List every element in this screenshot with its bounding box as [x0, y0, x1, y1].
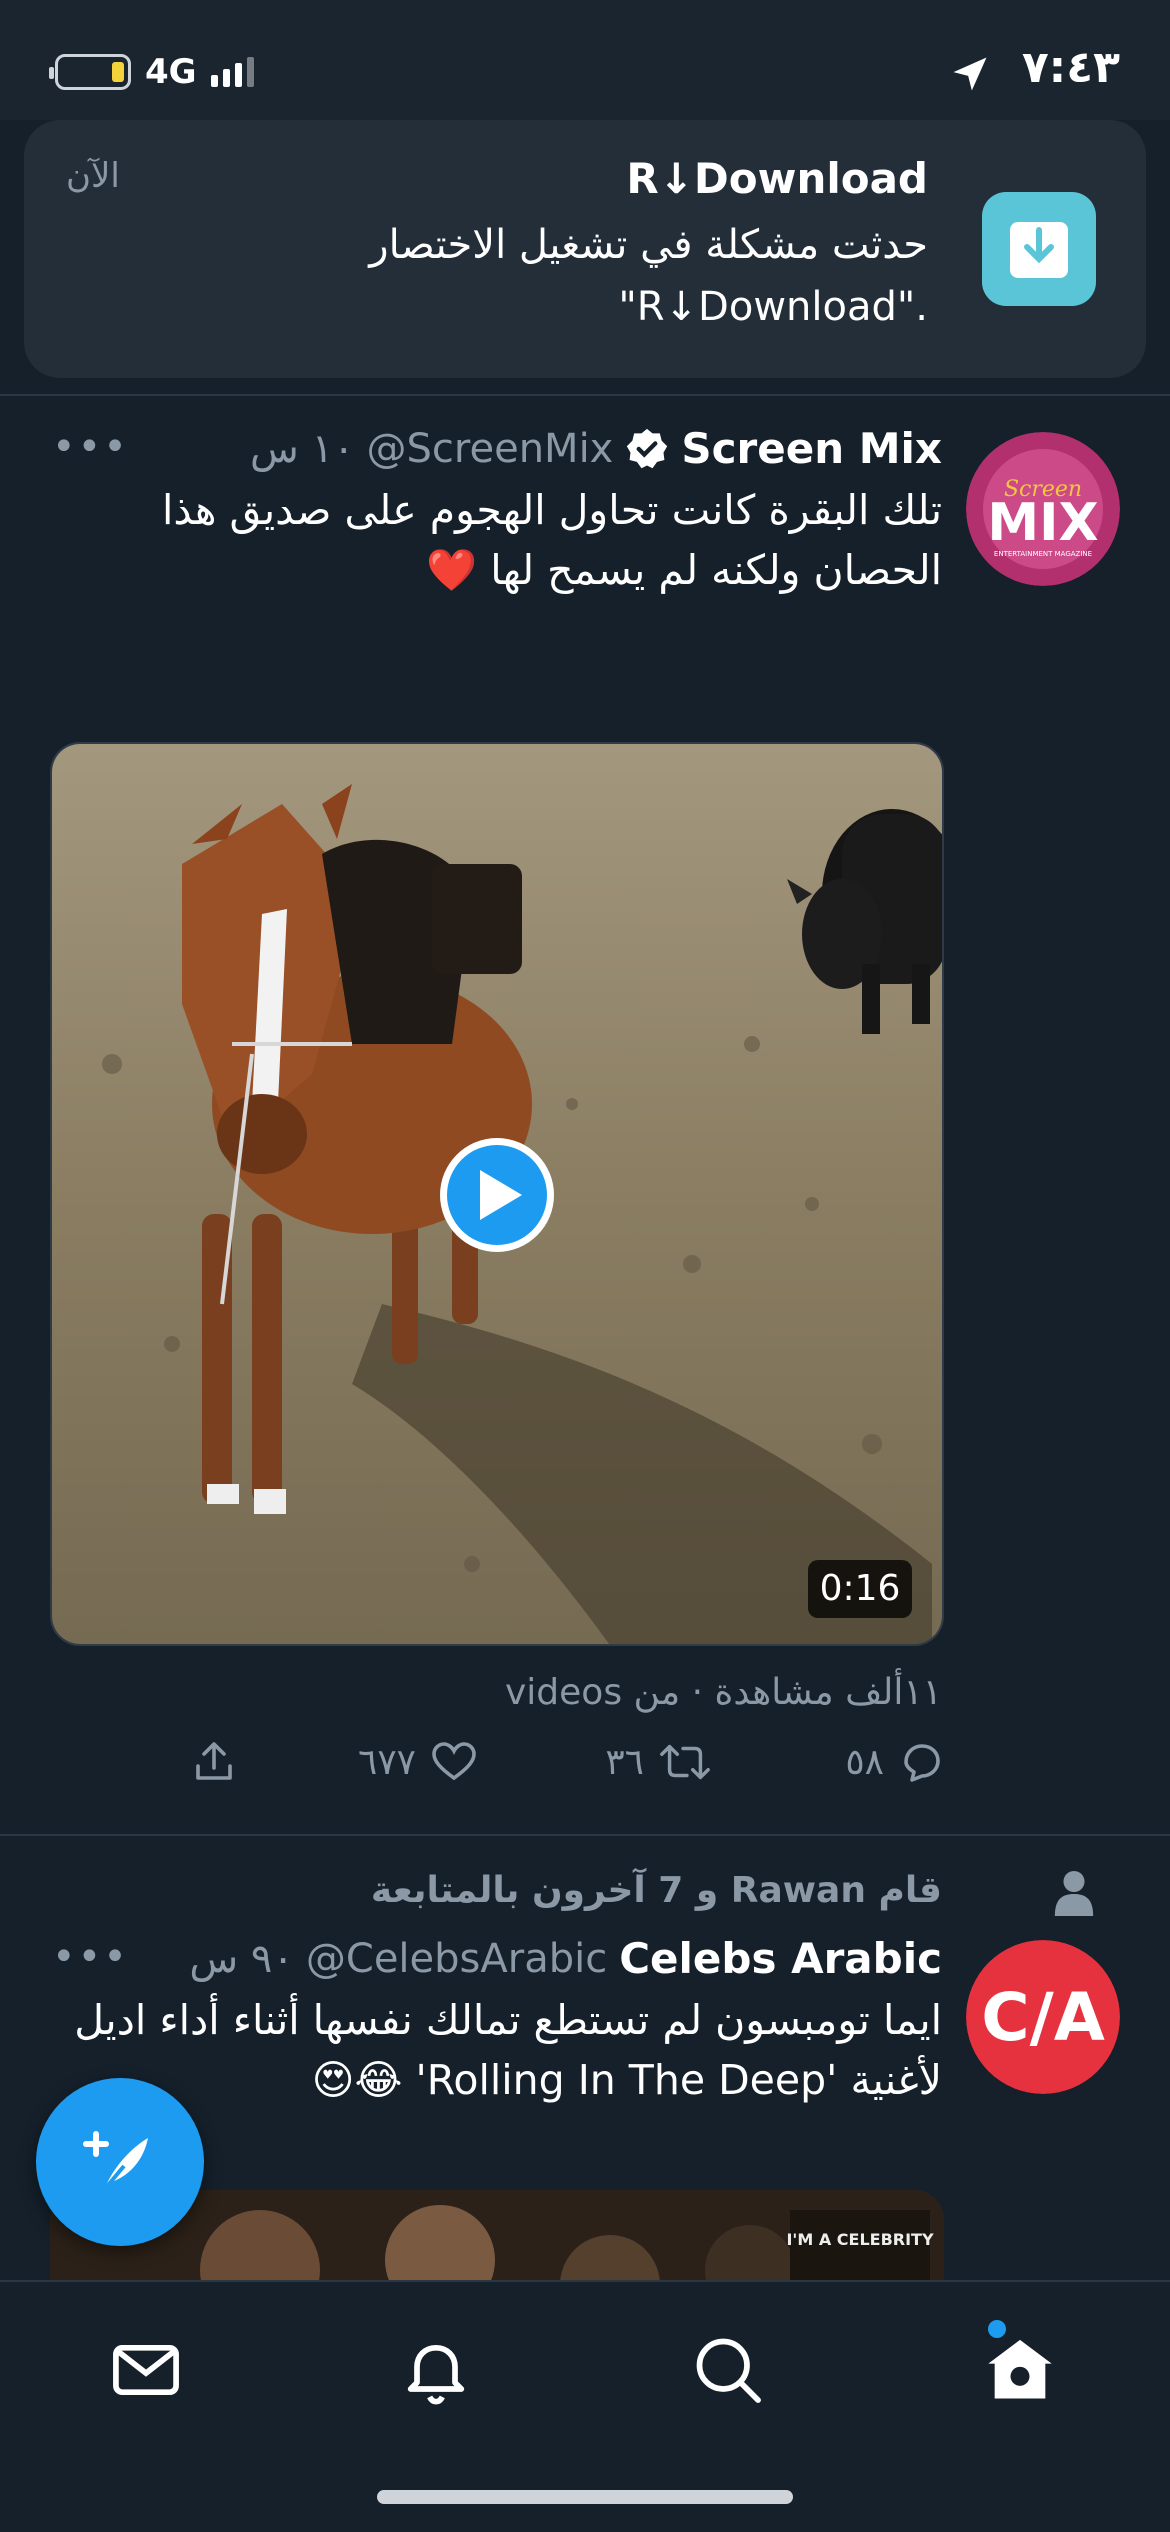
share-action[interactable]: [190, 1738, 238, 1786]
tweet-time: ٩٠ س: [189, 1935, 294, 1982]
retweet-action[interactable]: ٣٦: [605, 1738, 712, 1786]
svg-text:C/A: C/A: [981, 1979, 1105, 2056]
feather-plus-icon: [83, 2131, 148, 2192]
verified-icon: [627, 428, 668, 468]
tweet-time: ١٠ س: [250, 425, 355, 472]
social-context: قام Rawan و 7 آخرون بالمتابعة: [370, 1870, 942, 1911]
download-app-icon: [982, 192, 1096, 306]
avatar[interactable]: C/A: [966, 1940, 1120, 2094]
divider: [0, 394, 1170, 396]
tweet-header: Celebs Arabic @CelebsArabic ٩٠ س: [189, 1934, 942, 1983]
battery-icon: [49, 54, 131, 90]
retweet-count: ٣٦: [605, 1741, 644, 1783]
divider: [0, 1834, 1170, 1836]
notification-time: الآن: [66, 156, 120, 196]
notification-dot: [988, 2320, 1006, 2338]
tweet-text: تلك البقرة كانت تحاول الهجوم على صديق هذ…: [82, 480, 942, 600]
author-handle[interactable]: @CelebsArabic: [306, 1936, 607, 1982]
view-count: ١١ألف مشاهدة · من videos: [504, 1672, 942, 1713]
more-options-icon[interactable]: •••: [52, 1934, 129, 1980]
avatar[interactable]: Screen MIX ENTERTAINMENT MAGAZINE: [966, 432, 1120, 586]
status-time: ٧:٤٣: [1021, 42, 1120, 93]
heart-icon: [432, 1742, 476, 1781]
notification-body-line2: "R↓Download".: [618, 284, 928, 330]
svg-text:MIX: MIX: [987, 493, 1098, 553]
notification-body: حدثت مشكلة في تشغيل الاختصار "R↓Download…: [288, 214, 928, 338]
network-type: 4G: [145, 52, 197, 92]
mail-icon[interactable]: [108, 2332, 184, 2408]
search-icon[interactable]: [690, 2332, 766, 2408]
notification-body-line1: حدثت مشكلة في تشغيل الاختصار: [369, 222, 928, 268]
reply-count: ٥٨: [845, 1741, 884, 1783]
author-name[interactable]: Celebs Arabic: [619, 1934, 942, 1983]
author-handle[interactable]: @ScreenMix: [367, 426, 614, 472]
status-bar: 4G ٧:٤٣: [0, 0, 1170, 120]
tweet-text: ايما تومبسون لم تستطع تمالك نفسها أثناء …: [42, 1990, 942, 2110]
like-action[interactable]: ٦٧٧: [358, 1738, 478, 1786]
play-button[interactable]: [440, 1138, 554, 1252]
notification-banner[interactable]: R↓Download حدثت مشكلة في تشغيل الاختصار …: [24, 120, 1146, 378]
bell-icon[interactable]: [398, 2332, 474, 2408]
tweet-text-line1: ايما تومبسون لم تستطع تمالك نفسها أثناء …: [74, 1996, 942, 2044]
notification-title: R↓Download: [626, 154, 928, 203]
home-icon[interactable]: [982, 2332, 1058, 2408]
signal-icon: [210, 57, 254, 87]
tweet-text-line2: الحصان ولكنه لم يسمح لها ❤️: [426, 546, 942, 594]
svg-text:I'M A CELEBRITY: I'M A CELEBRITY: [786, 2230, 933, 2249]
status-indicators: 4G: [49, 52, 254, 92]
home-indicator: [377, 2490, 793, 2504]
like-count: ٦٧٧: [357, 1741, 416, 1783]
svg-text:ENTERTAINMENT MAGAZINE: ENTERTAINMENT MAGAZINE: [994, 550, 1092, 558]
retweet-icon: [660, 1744, 710, 1780]
tweet-header: Screen Mix @ScreenMix ١٠ س: [250, 424, 942, 473]
share-icon: [196, 1742, 232, 1780]
reply-action[interactable]: ٥٨: [845, 1738, 946, 1786]
compose-tweet-button[interactable]: [36, 2078, 204, 2246]
location-arrow-icon: [953, 57, 987, 91]
reply-icon: [904, 1744, 940, 1782]
person-icon: [1054, 1870, 1094, 1916]
author-name[interactable]: Screen Mix: [681, 424, 942, 473]
tweet-actions: ٥٨ ٣٦ ٦٧٧: [190, 1738, 946, 1798]
tweet-text-line1: تلك البقرة كانت تحاول الهجوم على صديق هذ…: [161, 486, 942, 534]
video-duration: 0:16: [808, 1560, 912, 1618]
play-icon: [480, 1170, 522, 1220]
more-options-icon[interactable]: •••: [52, 424, 129, 470]
